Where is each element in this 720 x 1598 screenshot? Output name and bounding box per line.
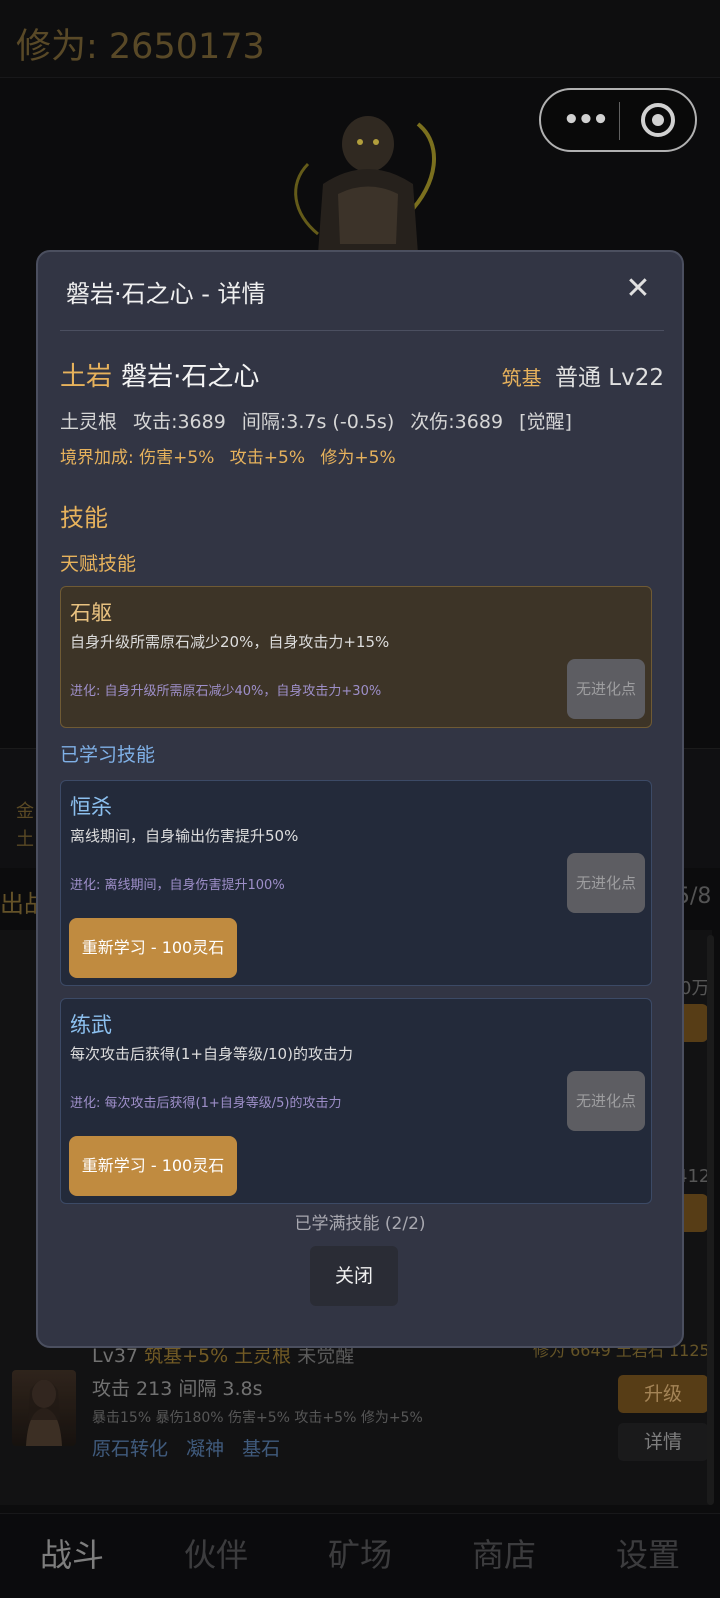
skill-desc: 自身升级所需原石减少20%，自身攻击力+15% [70,633,390,651]
skill-evolution: 进化: 每次攻击后获得(1+自身等级/5)的攻击力 [70,1096,342,1111]
skill-desc: 离线期间，自身输出伤害提升50% [70,827,299,845]
character-header: 土岩 磐岩·石之心 筑基 普通 Lv22 [60,356,664,392]
relearn-button[interactable]: 重新学习 - 100灵石 [69,1136,237,1196]
close-button[interactable]: 关闭 [310,1246,398,1306]
learned-skill-card: 恒杀 离线期间，自身输出伤害提升50% 进化: 离线期间，自身伤害提升100% … [60,780,652,986]
learned-full-note: 已学满技能 (2/2) [294,1214,426,1234]
bonus-damage: 境界加成: 伤害+5% [60,448,215,468]
skill-name: 恒杀 [70,795,112,819]
stats-line: 土灵根 攻击:3689 间隔:3.7s (-0.5s) 次伤:3689 [觉醒] [60,407,582,434]
skill-name: 石躯 [70,601,112,625]
relearn-button[interactable]: 重新学习 - 100灵石 [69,918,237,978]
detail-modal: 磐岩·石之心 - 详情 ✕ 土岩 磐岩·石之心 筑基 普通 Lv22 土灵根 攻… [36,250,684,1348]
skill-evolution: 进化: 离线期间，自身伤害提升100% [70,878,285,893]
character-name: 磐岩·石之心 [121,362,260,392]
evolve-button[interactable]: 无进化点 [567,659,645,719]
evolve-button[interactable]: 无进化点 [567,1071,645,1131]
realm-level: 筑基 普通 Lv22 [502,358,664,392]
stat-awakened: [觉醒] [519,411,572,433]
skill-evolution: 进化: 自身升级所需原石减少40%，自身攻击力+30% [70,684,382,699]
skill-name: 练武 [70,1013,112,1037]
modal-divider [60,330,664,331]
learned-skills-title: 已学习技能 [60,744,156,766]
bonus-cultivation: 修为+5% [320,448,396,468]
evolve-button[interactable]: 无进化点 [567,853,645,913]
modal-title: 磐岩·石之心 - 详情 [66,280,266,308]
talent-skill-card: 石躯 自身升级所需原石减少20%，自身攻击力+15% 进化: 自身升级所需原石减… [60,586,652,728]
stat-root: 土灵根 [60,411,118,433]
rarity-level: 普通 Lv22 [554,365,664,391]
element-tag: 土岩 [60,362,113,392]
learned-skill-card: 练武 每次攻击后获得(1+自身等级/10)的攻击力 进化: 每次攻击后获得(1+… [60,998,652,1204]
talent-skills-title: 天赋技能 [60,553,137,575]
realm-tag: 筑基 [501,366,542,390]
stat-secondary-damage: 次伤:3689 [410,411,504,433]
realm-bonus-line: 境界加成: 伤害+5% 攻击+5% 修为+5% [60,443,406,468]
stat-attack: 攻击:3689 [133,411,226,433]
skills-section-title: 技能 [60,504,108,532]
close-icon[interactable]: ✕ [620,272,656,308]
skill-desc: 每次攻击后获得(1+自身等级/10)的攻击力 [70,1045,353,1063]
stat-interval: 间隔:3.7s (-0.5s) [241,411,395,433]
bonus-attack: 攻击+5% [229,448,305,468]
